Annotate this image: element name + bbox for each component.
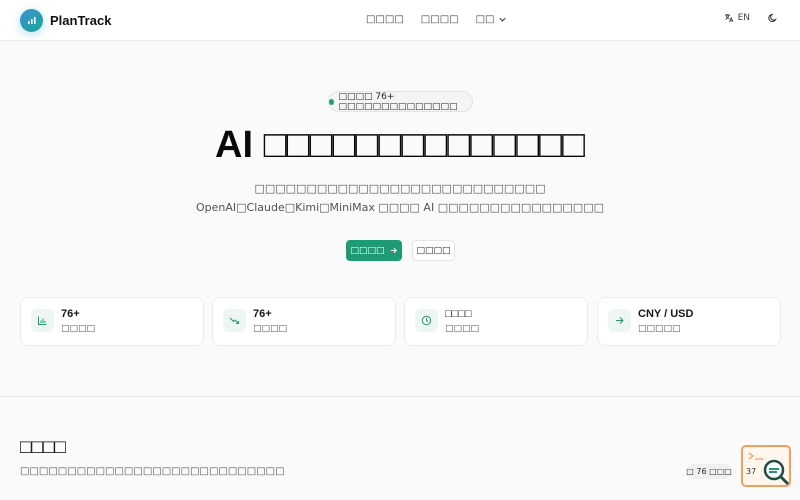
stat-value: □□□□ [445, 308, 472, 320]
moon-icon [768, 13, 777, 22]
stat-label: □□□□ [253, 324, 288, 334]
section-subtitle: □□□□□□□□□□□□□□□□□□□□□□□□□□□□ [20, 466, 285, 477]
chevron-down-icon [498, 17, 506, 22]
hero-subtitle: □□□□□□□□□□□□□□□□□□□□□□□□□□□□ OpenAI□Clau… [195, 182, 604, 214]
primary-cta-button[interactable]: □□□□ [346, 240, 402, 261]
translate-icon [724, 14, 733, 23]
status-dot [329, 98, 334, 105]
arrow-right-icon [390, 247, 397, 254]
nav-more-label: □□ [475, 14, 495, 25]
section-title: □□□□ [20, 437, 66, 458]
stat-card-4: CNY / USD □□□□□ [597, 297, 781, 346]
hero-title: AI □□□□□□□□□□□□□□ [215, 124, 585, 166]
secondary-cta-button[interactable]: □□□□ [412, 240, 455, 261]
stat-value: 76+ [253, 308, 272, 320]
magnifier-icon [763, 459, 790, 486]
theme-toggle[interactable] [768, 13, 778, 23]
models-section [0, 397, 800, 500]
trend-down-icon [223, 309, 246, 332]
nav-actions: EN [724, 13, 778, 23]
brand-name: PlanTrack [50, 13, 112, 28]
hero-badge: □□□□ 76+ □□□□□□□□□□□□□□ [328, 91, 473, 112]
stat-card-3: □□□□ □□□□ [404, 297, 588, 346]
language-label: EN [737, 13, 750, 23]
stat-label: □□□□ [61, 324, 96, 334]
floating-widget[interactable]: 37 [741, 445, 791, 487]
clock-icon [415, 309, 438, 332]
nav-links: □□□□ □□□□ □□ [366, 14, 524, 25]
arrow-right-icon [608, 309, 631, 332]
nav-link-1[interactable]: □□□□ [366, 14, 404, 25]
stat-value: CNY / USD [638, 308, 694, 320]
logo-icon [20, 9, 43, 32]
bar-chart-icon [31, 309, 54, 332]
stat-value: 76+ [61, 308, 80, 320]
top-nav: PlanTrack □□□□ □□□□ □□ EN [0, 0, 800, 41]
model-count-badge: □ 76 □□□ [686, 464, 732, 479]
widget-text: 37 [746, 467, 757, 476]
brand[interactable]: PlanTrack [20, 9, 111, 32]
nav-more-dropdown[interactable]: □□ [476, 14, 507, 25]
hero-badge-text: □□□□ 76+ □□□□□□□□□□□□□□ [338, 91, 458, 112]
stat-label: □□□□□ [638, 324, 681, 334]
secondary-cta-label: □□□□ [416, 245, 451, 256]
stat-label: □□□□ [445, 324, 480, 334]
stat-card-2: 76+ □□□□ [212, 297, 396, 346]
primary-cta-label: □□□□ [350, 245, 385, 256]
language-toggle[interactable]: EN [724, 13, 750, 23]
nav-link-2[interactable]: □□□□ [421, 14, 459, 25]
stat-card-1: 76+ □□□□ [20, 297, 204, 346]
